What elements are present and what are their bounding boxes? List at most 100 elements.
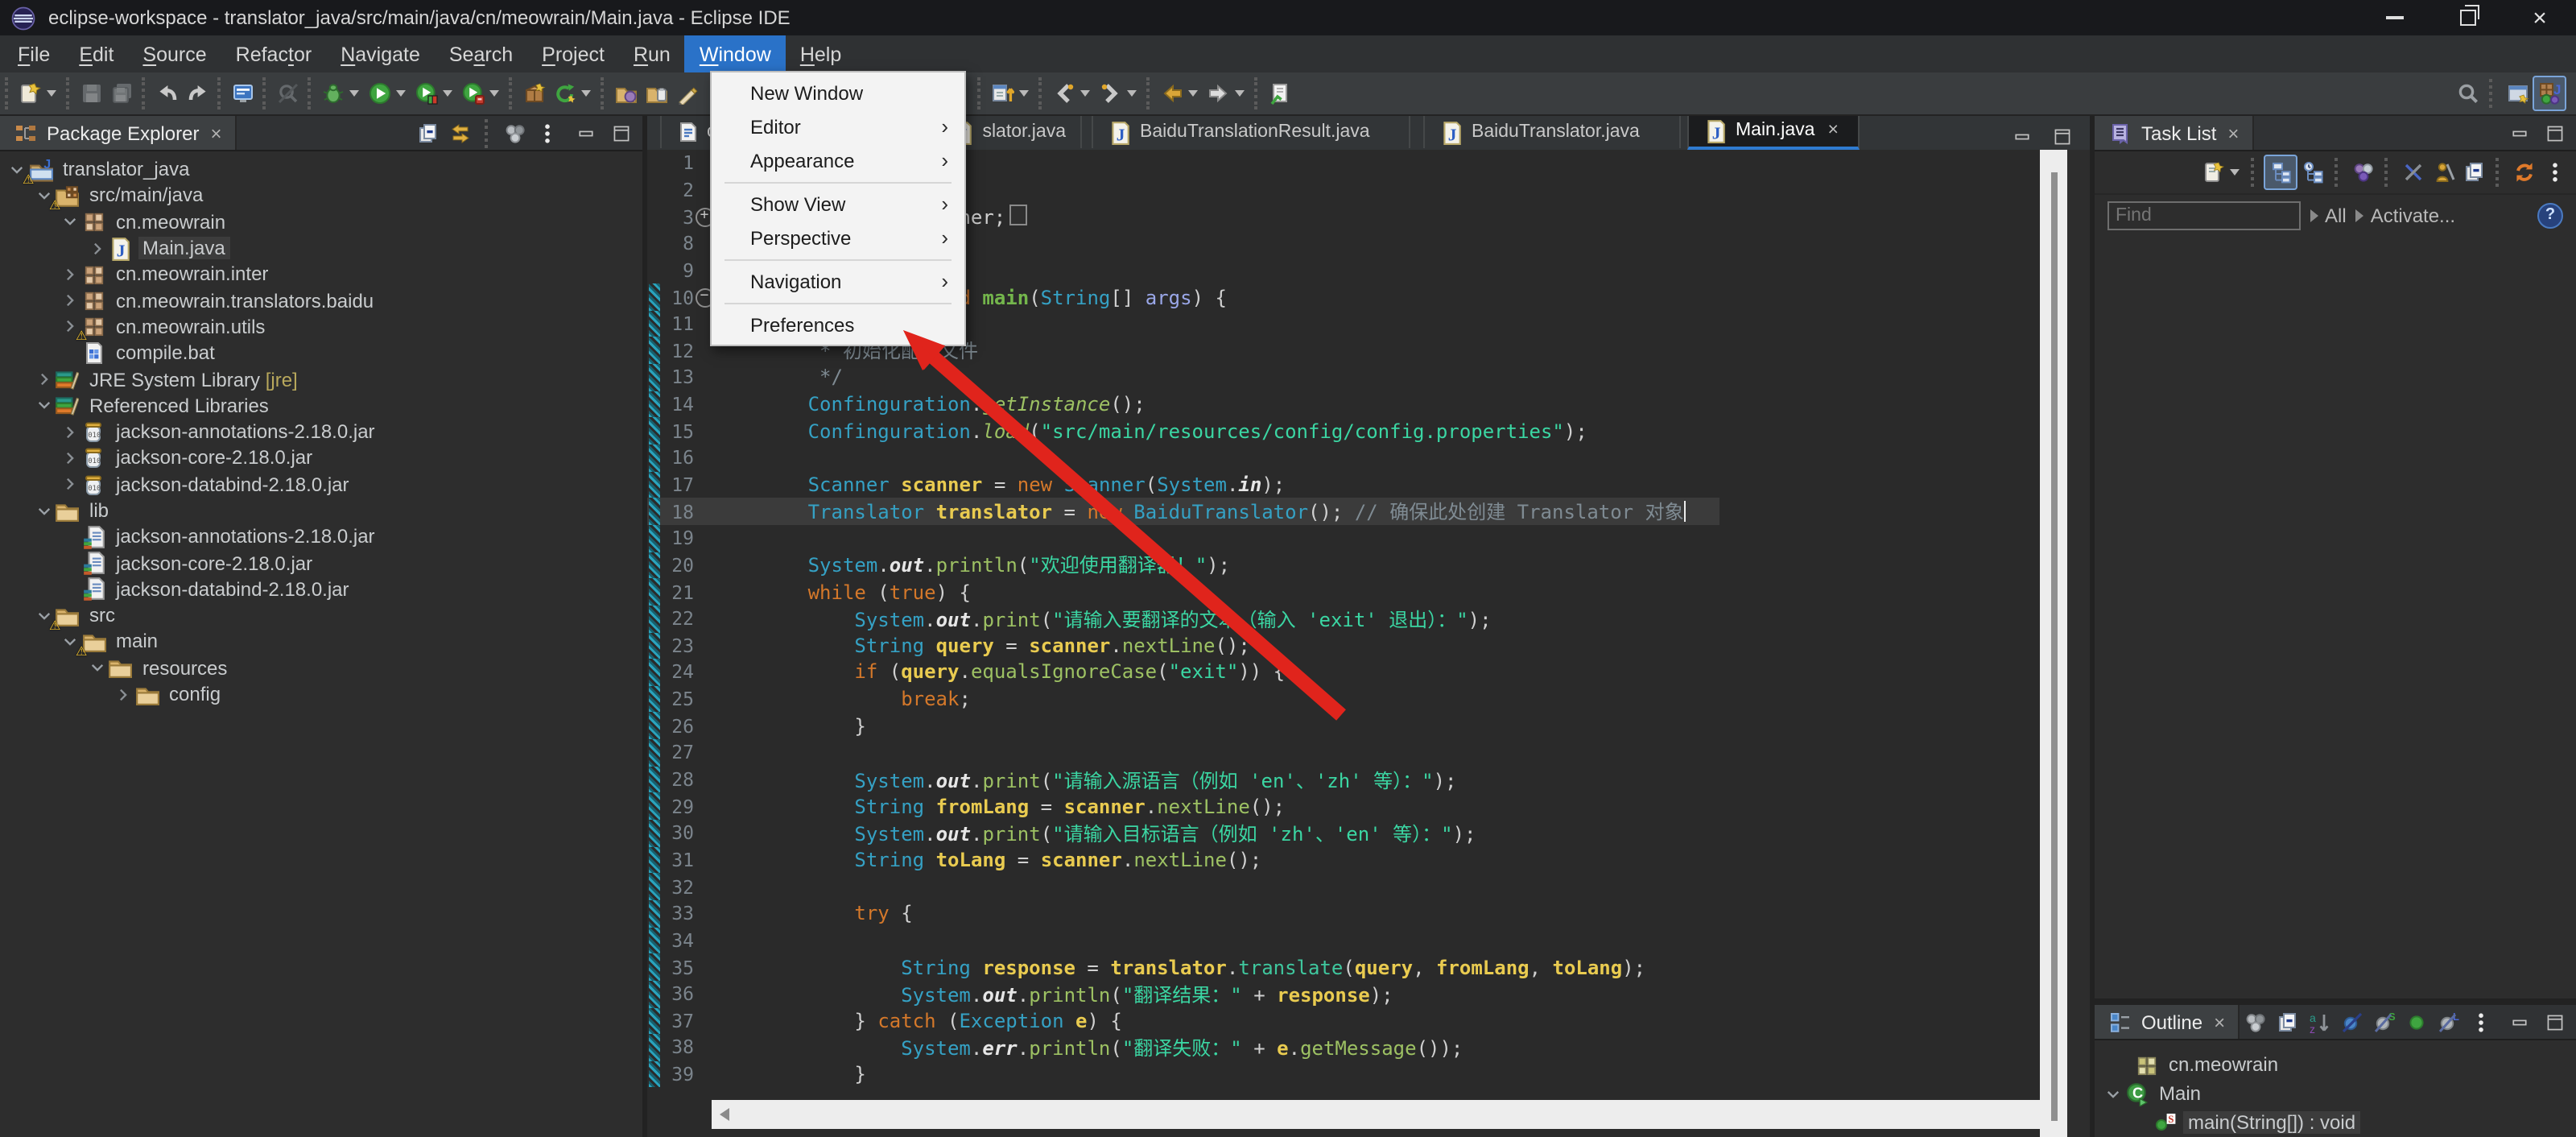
toolbar-mark-occurrences-button[interactable] [671,77,702,110]
help-icon[interactable]: ? [2537,202,2563,228]
chevron-collapsed-icon[interactable] [60,290,80,311]
editor-maximize-icon[interactable] [2046,121,2077,153]
close-icon[interactable]: × [2227,122,2239,144]
tasklist-new-task-button[interactable] [2198,156,2228,188]
find-input[interactable] [2107,201,2301,229]
toolbar-next-annotation-button[interactable] [1095,77,1125,110]
outline-sort-az-button[interactable]: az [2306,1006,2334,1038]
chevron-collapsed-icon[interactable] [60,448,80,469]
menu-help[interactable]: Help [786,35,856,72]
chevron-collapsed-icon[interactable] [86,238,107,258]
toolbar-undo-button[interactable] [151,77,182,110]
tree-item-cn-meowrain-inter[interactable]: cn.meowrain.inter [0,261,642,287]
menu-window[interactable]: Window [685,35,786,72]
toolbar-open-type-button[interactable] [610,77,641,110]
tree-item-config[interactable]: config [0,681,642,708]
outline-item-cn-meowrain[interactable]: cn.meowrain [2095,1050,2576,1079]
tree-item-cn-meowrain[interactable]: cn.meowrain [0,209,642,235]
code-line-33[interactable]: 33 try { [647,900,2040,927]
menu-file[interactable]: File [3,35,64,72]
close-icon[interactable]: × [210,122,221,144]
chevron-expanded-icon[interactable] [86,658,107,679]
code-line-36[interactable]: 36 System.out.println("翻译结果：" + response… [647,981,2040,1007]
chevron-expanded-icon[interactable] [33,395,54,416]
dropdown-arrow-icon[interactable] [396,90,406,97]
tasklist-group-purple-button[interactable] [2347,156,2378,188]
toolbar-coverage-button[interactable] [411,77,441,110]
toolbar-redo-button[interactable] [182,77,213,110]
pkgexp-view-menu-button[interactable] [501,117,530,149]
outline-kebab-button[interactable] [2467,1006,2496,1038]
tree-item-src[interactable]: ⚠src [0,602,642,629]
code-line-37[interactable]: 37 } catch (Exception e) { [647,1007,2040,1034]
tree-item-jre-system-library-[interactable]: JRE System Library [jre] [0,366,642,393]
tasklist-minimize-icon[interactable] [2505,117,2534,149]
code-line-22[interactable]: 22 System.out.print("请输入要翻译的文本（输入 'exit'… [647,606,2040,632]
tree-item-jackson-core-2-18-0-jar[interactable]: 010jackson-core-2.18.0.jar [0,445,642,472]
toolbar-open-perspective-button[interactable] [2502,77,2533,110]
dropdown-arrow-icon[interactable] [47,90,56,97]
close-button[interactable]: × [2504,0,2576,35]
pkgexp-minimize-icon[interactable] [572,117,601,149]
scroll-left-icon[interactable] [720,1108,729,1121]
toolbar-open-console-button[interactable] [227,77,258,110]
toolbar-sort-members-button[interactable] [987,77,1018,110]
pkgexp-collapse-all-button[interactable] [414,117,443,149]
chevron-expanded-icon[interactable] [33,500,54,521]
editor-tab-main-java[interactable]: JMain.java× [1687,116,1860,149]
dropdown-arrow-icon[interactable] [349,90,359,97]
pkgexp-kebab-button[interactable] [533,117,562,149]
tasklist-sync-button[interactable] [2508,156,2539,188]
toolbar-debug-button[interactable] [317,77,348,110]
code-line-24[interactable]: 24 if (query.equalsIgnoreCase("exit")) { [647,659,2040,685]
chevron-collapsed-icon[interactable] [33,369,54,390]
window-menu-item-navigation[interactable]: Navigation› [712,264,964,298]
code-line-15[interactable]: 15 Confinguration.load("src/main/resourc… [647,418,2040,444]
tree-item-referenced-libraries[interactable]: Referenced Libraries [0,392,642,419]
dropdown-arrow-icon[interactable] [581,90,591,97]
toolbar-java-perspective-button[interactable]: J [2533,76,2566,111]
pkgexp-link-editor-button[interactable] [446,117,475,149]
window-menu-item-perspective[interactable]: Perspective› [712,221,964,254]
outline-collapse-all-button[interactable] [2273,1006,2302,1038]
editor-horizontal-scrollbar[interactable] [712,1100,2040,1129]
code-line-20[interactable]: 20 System.out.println("欢迎使用翻译器！"); [647,552,2040,578]
code-line-13[interactable]: 13 */ [647,364,2040,391]
outline-hide-local-button[interactable]: L [2434,1006,2463,1038]
close-icon[interactable]: × [1827,122,1838,141]
window-menu-item-new-window[interactable]: New Window [712,76,964,110]
menu-source[interactable]: Source [128,35,221,72]
pkgexp-maximize-icon[interactable] [607,117,636,149]
outline-item-main-string-void[interactable]: Smain(String[]) : void [2095,1108,2576,1137]
toolbar-open-task-button[interactable] [641,77,671,110]
code-line-30[interactable]: 30 System.out.print("请输入目标语言（例如 'zh'、'en… [647,820,2040,846]
code-line-35[interactable]: 35 String response = translator.translat… [647,953,2040,980]
outline-hide-fields-button[interactable] [2338,1006,2367,1038]
outline-maximize-icon[interactable] [2541,1006,2570,1038]
code-line-28[interactable]: 28 System.out.print("请输入源语言（例如 'en'、'zh'… [647,766,2040,792]
tasklist-categorized-button[interactable] [2264,155,2297,190]
tree-item-main-java[interactable]: JMain.java [0,235,642,262]
toolbar-profile-button[interactable] [457,77,488,110]
tasklist-kebab-button[interactable] [2539,156,2570,188]
code-line-32[interactable]: 32 [647,874,2040,900]
filter-activate[interactable]: Activate... [2356,204,2455,226]
menu-project[interactable]: Project [527,35,619,72]
toolbar-search-button[interactable] [2452,77,2483,110]
tree-item-src-main-java[interactable]: ⚠src/main/java [0,183,642,209]
tasklist-scheduled-button[interactable] [2297,156,2328,188]
restore-button[interactable] [2431,0,2504,35]
chevron-collapsed-icon[interactable] [60,264,80,285]
window-menu-item-editor[interactable]: Editor› [712,110,964,143]
window-menu-item-show-view[interactable]: Show View› [712,187,964,221]
outline-minimize-icon[interactable] [2505,1006,2534,1038]
outline-item-main[interactable]: CMain [2095,1079,2576,1108]
outline-hide-nonpublic-button[interactable] [2402,1006,2431,1038]
tab-task-list[interactable]: Task List × [2095,116,2253,150]
tree-item-compile-bat[interactable]: compile.bat [0,340,642,366]
code-line-14[interactable]: 14 Confinguration.getInstance(); [647,391,2040,418]
menu-navigate[interactable]: Navigate [326,35,435,72]
editor-tab-baidutranslationresult-java[interactable]: JBaiduTranslationResult.java [1092,116,1410,148]
tree-item-jackson-core-2-18-0-jar[interactable]: jackson-core-2.18.0.jar [0,550,642,577]
toolbar-new-wizard-button[interactable] [14,77,45,110]
